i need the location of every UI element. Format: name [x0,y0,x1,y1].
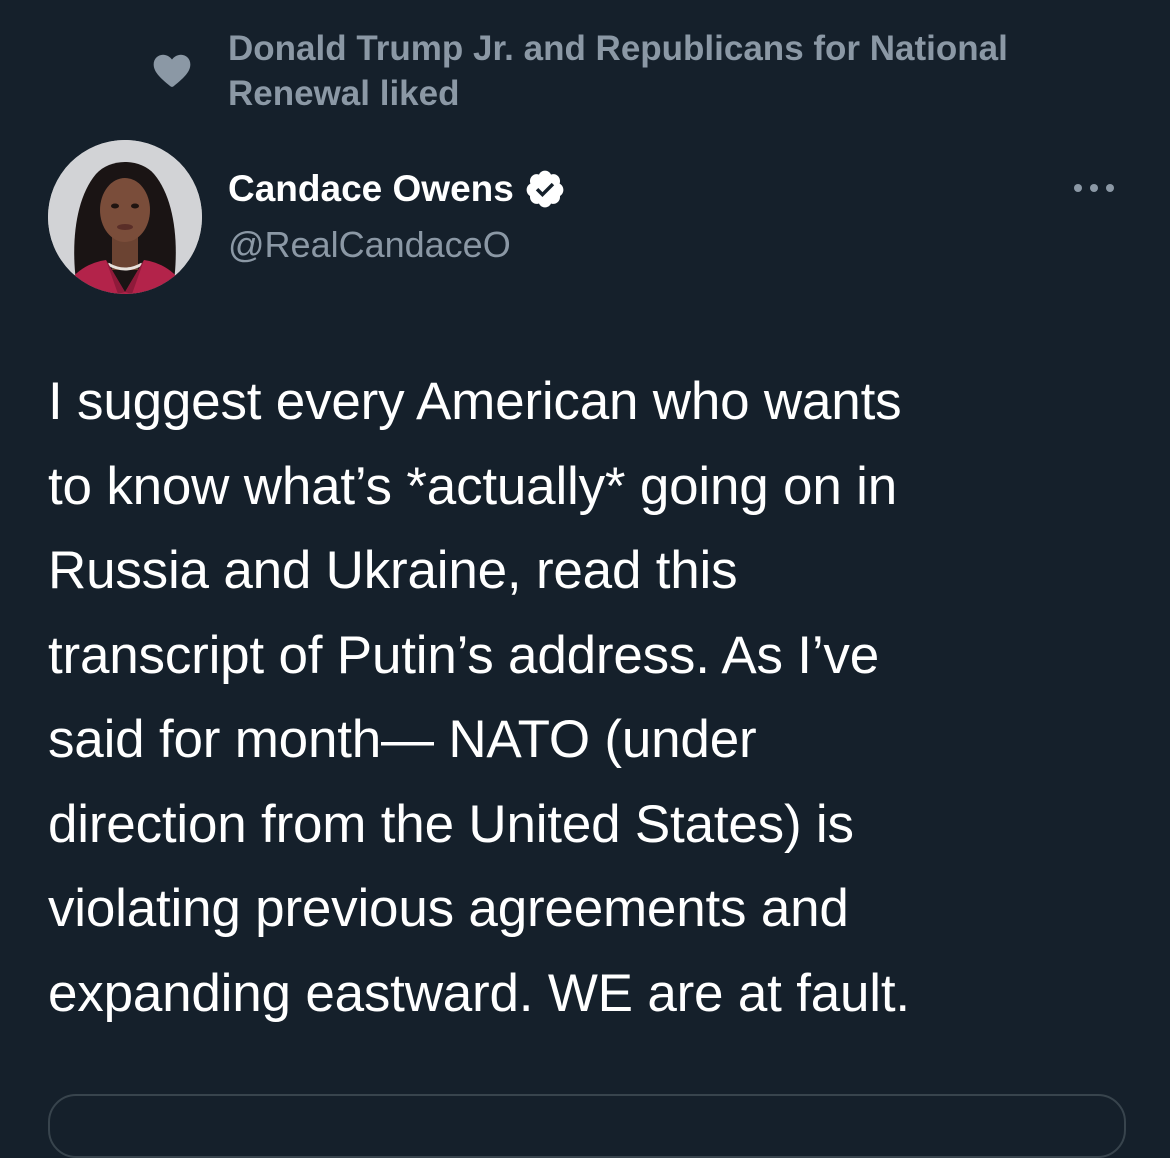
author-name-row[interactable]: Candace Owens [228,166,566,212]
tweet-text: I suggest every American who wants to kn… [48,372,910,1023]
author-handle[interactable]: @RealCandaceO [228,222,511,268]
more-options-icon[interactable] [1070,176,1118,200]
liked-by-text[interactable]: Donald Trump Jr. and Republicans for Nat… [228,26,1108,116]
avatar-image [48,140,202,294]
quote-card[interactable] [48,1094,1126,1158]
author-name[interactable]: Candace Owens [228,166,514,212]
avatar[interactable] [48,140,202,294]
verified-badge-icon [526,170,564,208]
heart-icon [153,54,191,87]
